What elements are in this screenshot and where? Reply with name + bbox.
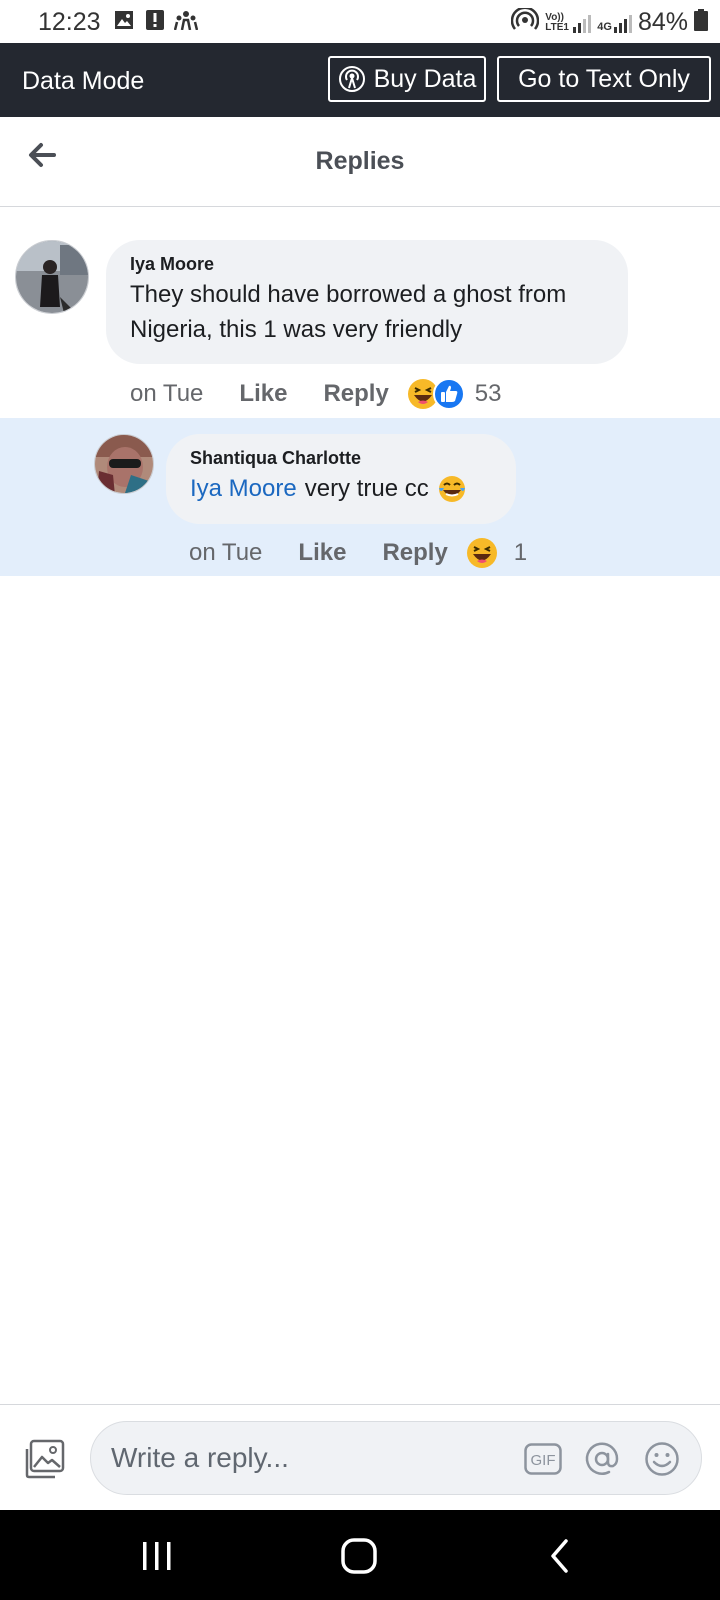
- volte-signal-icon: Vo)) LTE1: [545, 12, 592, 33]
- reply-author-name[interactable]: Shantiqua Charlotte: [190, 448, 492, 469]
- reply-reply-button[interactable]: Reply: [382, 539, 447, 567]
- alert-notification-icon: [146, 10, 164, 35]
- status-right-group: Vo)) LTE1 4G 84%: [511, 6, 708, 37]
- 4g-signal-icon: 4G: [597, 13, 632, 33]
- page-title: Replies: [315, 147, 405, 175]
- comment-time: on Tue: [130, 380, 204, 407]
- comment-text: They should have borrowed a ghost from N…: [130, 281, 567, 343]
- gif-label: GIF: [531, 1452, 556, 1469]
- data-mode-title: Data Mode: [22, 67, 145, 95]
- gallery-notification-icon: [114, 10, 134, 35]
- reply-actions: on Tue Like Reply 1: [189, 533, 527, 573]
- status-time: 12:23: [38, 8, 101, 36]
- reply-reactions[interactable]: [466, 537, 498, 569]
- photo-icon[interactable]: [24, 1439, 66, 1479]
- reply-time: on Tue: [189, 539, 263, 566]
- reply-reaction-count: 1: [513, 539, 528, 566]
- comment-author-avatar[interactable]: [15, 240, 89, 314]
- comment-like-button[interactable]: Like: [239, 380, 287, 408]
- home-icon[interactable]: [341, 1538, 377, 1579]
- reply-text: very true cc: [304, 475, 429, 502]
- reply-bubble: Shantiqua Charlotte Iya Moore very true …: [166, 434, 516, 524]
- like-icon: [432, 378, 465, 410]
- system-nav-bar: [0, 1510, 720, 1600]
- comment-reply-button[interactable]: Reply: [323, 380, 388, 408]
- replies-screen: 12:23 Vo)) LTE1 4G 84% Data Mode Buy Dat…: [0, 0, 720, 1600]
- comment-actions: on Tue Like Reply 53: [130, 374, 502, 414]
- hotspot-icon: [511, 6, 540, 37]
- battery-percentage: 84%: [637, 8, 688, 36]
- status-bar: 12:23 Vo)) LTE1 4G 84%: [0, 0, 720, 43]
- tears-of-joy-emoji: [437, 474, 467, 504]
- buy-data-label: Buy Data: [373, 64, 477, 93]
- comment-reactions[interactable]: [407, 378, 465, 410]
- replies-header: Replies: [0, 117, 720, 207]
- battery-icon: [694, 9, 708, 36]
- emoji-smiley-icon[interactable]: [644, 1441, 680, 1482]
- back-nav-icon[interactable]: [548, 1538, 572, 1579]
- buy-data-button[interactable]: Buy Data: [328, 56, 486, 102]
- text-only-button[interactable]: Go to Text Only: [497, 56, 711, 102]
- people-notification-icon: [173, 10, 199, 35]
- gif-button[interactable]: GIF: [524, 1443, 562, 1480]
- data-mode-bar: Data Mode Buy Data Go to Text Only: [0, 43, 720, 117]
- reply-composer: GIF: [0, 1404, 720, 1510]
- comment-author-name[interactable]: Iya Moore: [130, 254, 604, 275]
- haha-icon: [466, 537, 498, 569]
- recent-apps-icon[interactable]: [140, 1540, 174, 1577]
- text-only-label: Go to Text Only: [518, 64, 690, 93]
- comment-bubble: Iya Moore They should have borrowed a gh…: [106, 240, 628, 364]
- mention-at-icon[interactable]: [584, 1441, 620, 1482]
- comment-reaction-count: 53: [474, 380, 502, 407]
- reply-like-button[interactable]: Like: [298, 539, 346, 567]
- mention-link[interactable]: Iya Moore: [190, 471, 297, 506]
- reply-text-row: Iya Moore very true cc: [190, 471, 492, 506]
- reply-author-avatar[interactable]: [94, 434, 154, 494]
- broadcast-icon: [338, 65, 366, 93]
